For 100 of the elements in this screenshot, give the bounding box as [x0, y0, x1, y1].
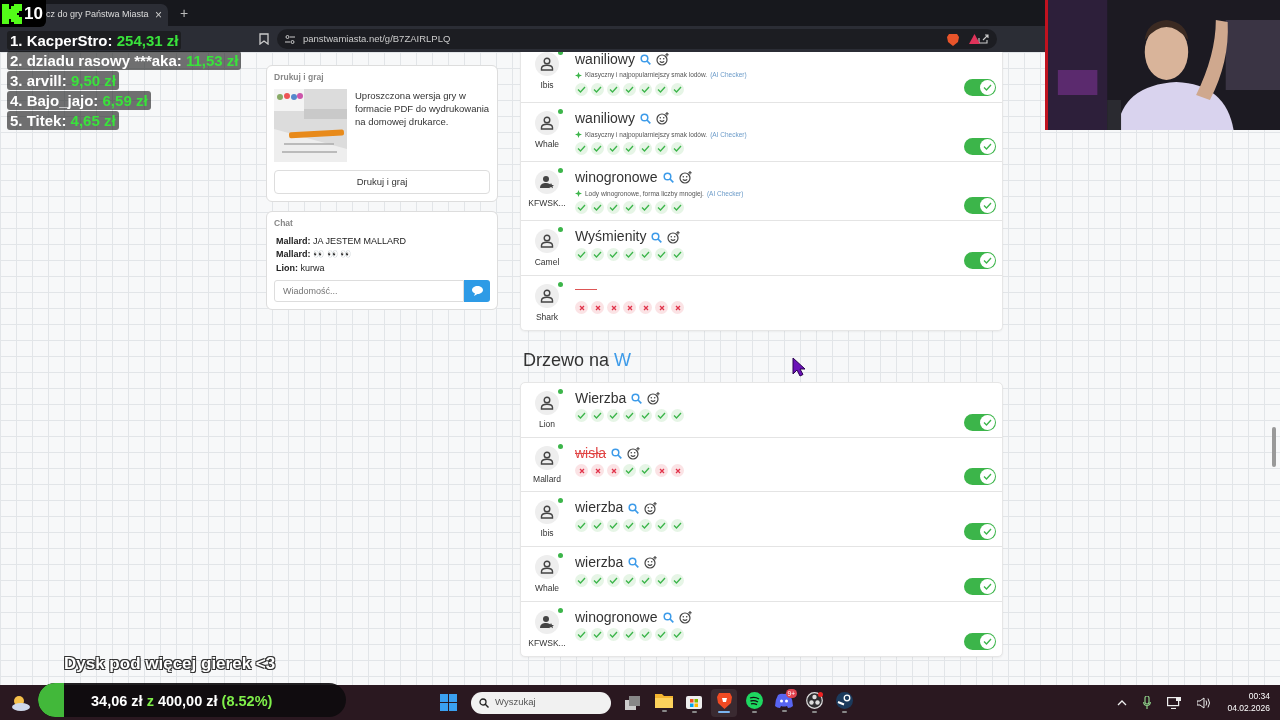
cross-icon	[610, 467, 617, 474]
cross-icon	[626, 304, 633, 311]
taskbar-app[interactable]	[711, 688, 737, 717]
search-icon[interactable]	[628, 557, 640, 569]
check-icon	[983, 257, 992, 265]
bookmark-icon[interactable]	[259, 33, 269, 45]
banner-text: Dysk pod więcej gierek <3	[64, 653, 276, 675]
microphone-icon[interactable]	[1143, 696, 1152, 709]
check-icon	[983, 528, 992, 536]
check-icon	[983, 143, 992, 151]
leaderboard-entry: 1. KacperStro: 254,31 zł	[7, 31, 182, 50]
record-circle-icon	[805, 692, 823, 709]
accept-toggle[interactable]	[964, 632, 996, 650]
add-reaction-icon[interactable]	[667, 230, 681, 244]
game-controller-icon	[775, 693, 793, 708]
player-name: Ibis	[540, 527, 554, 541]
task-view-icon[interactable]	[625, 695, 641, 710]
close-tab-button[interactable]: ×	[155, 9, 162, 21]
user-icon	[540, 560, 554, 575]
search-icon[interactable]	[631, 393, 643, 405]
cross-icon	[674, 467, 681, 474]
add-reaction-icon[interactable]	[655, 53, 669, 67]
scrollbar-thumb[interactable]	[1272, 427, 1276, 467]
answer-text: winogronowe	[575, 609, 658, 626]
chat-message: Mallard: JA JESTEM MALLARD	[276, 234, 408, 248]
answer-text: waniliowy	[575, 111, 635, 127]
search-icon[interactable]	[662, 172, 674, 184]
player-name: Lion	[538, 417, 556, 431]
volume-icon[interactable]	[1197, 696, 1212, 709]
card-title: Drukuj i graj	[274, 71, 325, 84]
lion-shield-icon[interactable]	[947, 32, 959, 46]
leaderboard-entry: 5. Titek: 4,65 zł	[7, 111, 119, 130]
sparkle-icon	[575, 71, 582, 79]
chevron-up-icon[interactable]	[1117, 699, 1128, 706]
user-icon	[540, 234, 554, 249]
accept-toggle[interactable]	[964, 577, 996, 595]
start-icon[interactable]	[440, 694, 457, 711]
clock[interactable]: 00:34 04.02.2026	[1227, 691, 1270, 714]
add-reaction-icon[interactable]	[678, 171, 692, 185]
accept-toggle[interactable]	[964, 468, 996, 486]
cross-icon	[594, 467, 601, 474]
answer-text: wierzba	[575, 500, 624, 516]
cross-icon	[610, 304, 617, 311]
cross-icon	[658, 304, 665, 311]
search-icon[interactable]	[628, 502, 640, 514]
player-name: Ibis	[540, 79, 554, 92]
accept-toggle[interactable]	[964, 79, 996, 97]
search-icon[interactable]	[662, 612, 674, 624]
cross-icon	[594, 304, 601, 311]
add-reaction-icon[interactable]	[644, 501, 658, 515]
check-icon	[983, 84, 992, 92]
triangle-icon[interactable]	[969, 34, 980, 44]
user-icon	[540, 395, 554, 410]
add-reaction-icon[interactable]	[627, 446, 641, 460]
kick-logo-icon	[2, 3, 22, 24]
player-name: Shark	[535, 311, 559, 324]
player-name: Whale	[534, 138, 560, 151]
site-settings-icon[interactable]	[285, 34, 295, 44]
answer-text: wisła	[575, 445, 607, 462]
add-reaction-icon[interactable]	[644, 556, 658, 570]
add-reaction-icon[interactable]	[678, 611, 692, 625]
search-icon[interactable]	[639, 54, 651, 66]
share-icon[interactable]	[978, 34, 989, 44]
search-icon	[479, 697, 489, 708]
accept-toggle[interactable]	[964, 523, 996, 541]
accept-toggle[interactable]	[964, 197, 996, 215]
url-text: panstwamiasta.net/g/B7ZAIRLPLQ	[303, 31, 451, 46]
accept-toggle[interactable]	[964, 252, 996, 270]
player-name: Mallard	[533, 472, 561, 486]
chat-bubble-icon	[471, 286, 483, 297]
leaderboard-entry: 4. Bajo_jajo: 6,59 zł	[7, 91, 151, 110]
search-icon[interactable]	[651, 231, 663, 243]
search-icon[interactable]	[611, 447, 623, 459]
answer-text: Wyśmienity	[575, 229, 647, 245]
cross-icon	[578, 467, 585, 474]
sparkle-icon	[575, 130, 582, 138]
new-tab-button[interactable]: +	[174, 1, 195, 25]
player-name: KFWSK...	[528, 636, 566, 650]
send-button[interactable]	[464, 280, 490, 303]
user-icon	[540, 57, 554, 71]
accept-toggle[interactable]	[964, 413, 996, 431]
check-icon	[983, 202, 992, 210]
print-button[interactable]: Drukuj i graj	[274, 169, 490, 194]
address-bar[interactable]: panstwamiasta.net/g/B7ZAIRLPLQ	[277, 29, 997, 49]
network-icon[interactable]	[1167, 696, 1182, 709]
cross-icon	[578, 304, 585, 311]
chat-message: Lion: kurwa	[276, 261, 326, 275]
empty-answer-line	[575, 289, 597, 291]
search-icon[interactable]	[639, 113, 651, 125]
message-input[interactable]: Wiadomość...	[274, 280, 464, 303]
cross-icon	[642, 304, 649, 311]
taskbar-search[interactable]: Wyszukaj	[471, 691, 611, 714]
check-icon	[983, 582, 992, 590]
weather-icon[interactable]	[11, 694, 31, 711]
card-title: Chat	[274, 217, 294, 230]
goal-text: 34,06 zł z 400,00 zł (8.52%)	[91, 692, 273, 711]
add-reaction-icon[interactable]	[647, 392, 661, 406]
check-icon	[983, 418, 992, 426]
accept-toggle[interactable]	[964, 138, 996, 156]
add-reaction-icon[interactable]	[655, 112, 669, 126]
